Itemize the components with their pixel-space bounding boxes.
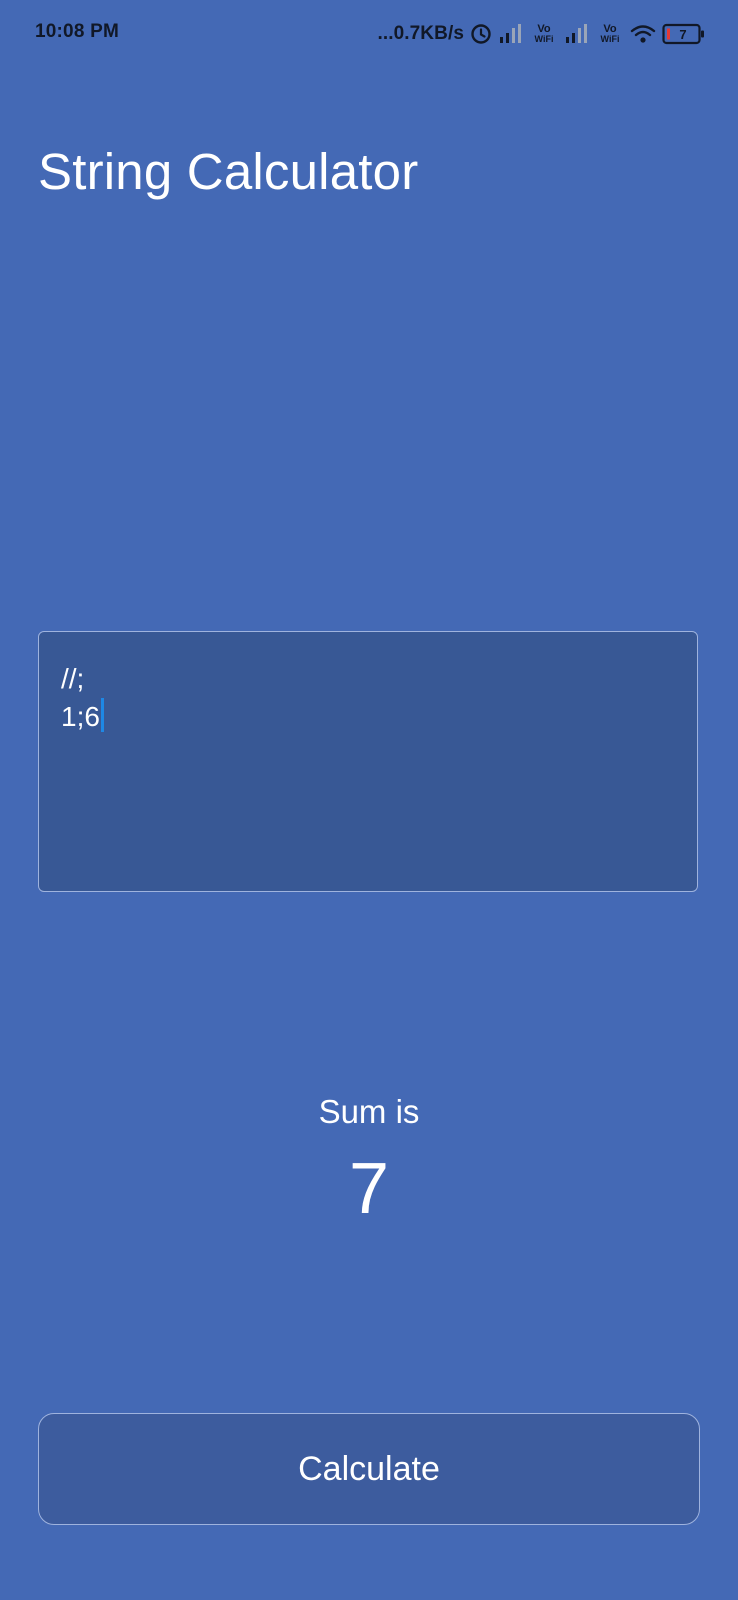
network-speed: ...0.7KB/s [377,23,464,44]
status-icons: ...0.7KB/s Vo WiFi Vo WiFi 7 [377,18,706,50]
page-title: String Calculator [38,143,419,200]
sum-value: 7 [348,1149,390,1229]
wifi-icon [630,23,656,45]
signal-strength-icon-1 [498,23,524,45]
battery-level: 7 [679,27,686,42]
vowifi-icon-2: Vo WiFi [596,24,624,44]
input-line-delimiter: //; [61,663,85,694]
input-line-numbers: 1;6 [61,701,100,732]
status-time: 10:08 PM [35,21,119,42]
text-caret [100,698,104,732]
signal-strength-icon-2 [564,23,590,45]
alarm-clock-icon [470,23,492,45]
numbers-input-field[interactable]: //; 1;6 [38,631,698,892]
status-bar: 10:08 PM ...0.7KB/s Vo WiFi Vo WiFi 7 [0,0,738,70]
input-text[interactable]: //; 1;6 [61,660,104,736]
vowifi-bottom-label: WiFi [600,34,620,44]
sum-label: Sum is [318,1093,420,1130]
battery-icon: 7 [662,23,706,45]
vowifi-icon-1: Vo WiFi [530,24,558,44]
vowifi-bottom-label: WiFi [534,34,554,44]
calculate-button[interactable]: Calculate [38,1413,700,1525]
